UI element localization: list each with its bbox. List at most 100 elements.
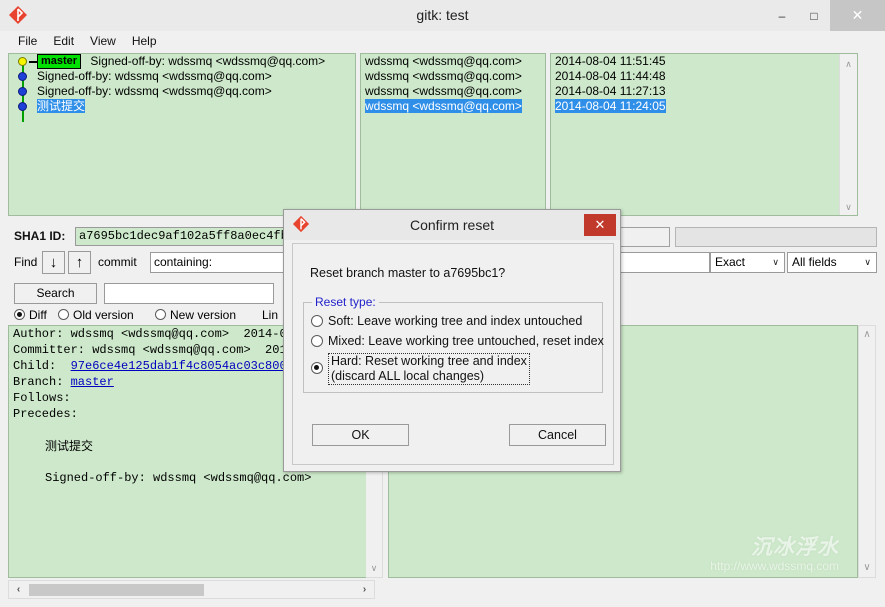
sha1-side-button[interactable]: [618, 227, 670, 247]
author-cell: wdssmq <wdssmq@qq.com>: [361, 69, 545, 84]
scroll-up-arrow-icon[interactable]: ∧: [859, 327, 875, 343]
radio-reset-mixed[interactable]: Mixed: Leave working tree untouched, res…: [311, 334, 604, 348]
radio-new-version-indicator: [155, 309, 166, 320]
radio-diff-indicator: [14, 309, 25, 320]
commit-message: Signed-off-by: wdssmq <wdssmq@qq.com>: [37, 69, 272, 83]
radio-diff-label: Diff: [29, 308, 47, 322]
radio-reset-hard[interactable]: Hard: Reset working tree and index(disca…: [311, 353, 530, 385]
find-match-mode-value: Exact: [715, 253, 745, 272]
radio-old-version[interactable]: Old version: [58, 308, 134, 322]
radio-reset-hard-label: Hard: Reset working tree and index(disca…: [328, 353, 530, 385]
author-cell-selected: wdssmq <wdssmq@qq.com>: [361, 99, 545, 114]
commit-row[interactable]: master Signed-off-by: wdssmq <wdssmq@qq.…: [9, 54, 355, 69]
chevron-down-icon: ∨: [864, 253, 871, 272]
dialog-title-bar: Confirm reset ✕: [284, 210, 620, 240]
radio-reset-soft-label: Soft: Leave working tree and index untou…: [328, 314, 582, 328]
date-text: 2014-08-04 11:24:05: [555, 99, 666, 113]
commit-row[interactable]: Signed-off-by: wdssmq <wdssmq@qq.com>: [9, 84, 355, 99]
ref-label-master[interactable]: master: [37, 54, 81, 69]
find-commit-label: commit: [98, 255, 137, 269]
radio-old-version-label: Old version: [73, 308, 134, 322]
date-cell: 2014-08-04 11:44:48: [551, 69, 857, 84]
commit-author-pane[interactable]: wdssmq <wdssmq@qq.com> wdssmq <wdssmq@qq…: [360, 53, 546, 216]
detail-branch-link[interactable]: master: [71, 375, 114, 389]
detail-branch-label: Branch:: [13, 375, 71, 389]
scroll-right-arrow-icon[interactable]: ›: [356, 581, 373, 598]
find-label: Find: [14, 255, 37, 269]
detail-author-value: wdssmq <wdssmq@qq.com> 2014-08: [71, 327, 294, 341]
menu-file[interactable]: File: [10, 33, 45, 49]
scroll-down-arrow-icon[interactable]: ∨: [859, 560, 875, 576]
minimize-button[interactable]: –: [766, 0, 798, 31]
commit-graph-pane[interactable]: master Signed-off-by: wdssmq <wdssmq@qq.…: [8, 53, 356, 216]
watermark: 沉冰浮水 http://www.wdssmq.com: [710, 531, 839, 573]
menu-bar: File Edit View Help: [0, 31, 885, 51]
date-cell: 2014-08-04 11:27:13: [551, 84, 857, 99]
detail-horizontal-scrollbar[interactable]: ‹ ›: [8, 580, 375, 599]
radio-new-version[interactable]: New version: [155, 308, 236, 322]
detail-committer-label: Committer:: [13, 343, 92, 357]
maximize-button[interactable]: □: [798, 0, 830, 31]
find-match-mode-select[interactable]: Exact ∨: [710, 252, 785, 273]
scroll-down-arrow-icon[interactable]: ∨: [840, 199, 857, 215]
scroll-left-arrow-icon[interactable]: ‹: [10, 581, 27, 598]
commit-panes: master Signed-off-by: wdssmq <wdssmq@qq.…: [8, 53, 877, 216]
watermark-url: http://www.wdssmq.com: [710, 559, 839, 573]
sha1-label: SHA1 ID:: [14, 229, 65, 243]
radio-new-version-label: New version: [170, 308, 236, 322]
scroll-down-arrow-icon[interactable]: ∨: [366, 560, 382, 576]
commit-message: Signed-off-by: wdssmq <wdssmq@qq.com>: [37, 84, 272, 98]
detail-committer-value: wdssmq <wdssmq@qq.com> 2014: [92, 343, 294, 357]
dialog-close-button[interactable]: ✕: [584, 214, 616, 236]
cancel-button[interactable]: Cancel: [509, 424, 606, 446]
detail-child-link[interactable]: 97e6ce4e125dab1f4c8054ac03c8003: [71, 359, 294, 373]
radio-old-version-indicator: [58, 309, 69, 320]
commit-date-pane[interactable]: 2014-08-04 11:51:45 2014-08-04 11:44:48 …: [550, 53, 858, 216]
find-next-button[interactable]: ↑: [68, 251, 91, 274]
close-button[interactable]: ✕: [830, 0, 885, 31]
author-text: wdssmq <wdssmq@qq.com>: [365, 99, 522, 113]
radio-reset-mixed-indicator: [311, 335, 323, 347]
chevron-down-icon: ∨: [772, 253, 779, 272]
confirm-reset-dialog: Confirm reset ✕ Reset branch master to a…: [283, 209, 621, 472]
detail-signoff: Signed-off-by: wdssmq <wdssmq@qq.com>: [9, 470, 373, 486]
radio-reset-hard-label-line1: Hard: Reset working tree and index: [331, 354, 527, 368]
search-button[interactable]: Search: [14, 283, 97, 304]
radio-reset-soft-indicator: [311, 315, 323, 327]
find-field-scope-select[interactable]: All fields ∨: [787, 252, 877, 273]
title-bar: gitk: test – □ ✕: [0, 0, 885, 32]
radio-diff[interactable]: Diff: [14, 308, 47, 322]
commit-list-vertical-scrollbar[interactable]: ∧ ∨: [839, 54, 857, 216]
scroll-up-arrow-icon[interactable]: ∧: [840, 56, 857, 72]
window-title: gitk: test: [0, 0, 885, 31]
commit-message: 测试提交: [37, 99, 85, 113]
menu-view[interactable]: View: [82, 33, 124, 49]
watermark-text: 沉冰浮水: [710, 531, 839, 561]
detail-author-label: Author:: [13, 327, 71, 341]
date-cell-selected: 2014-08-04 11:24:05: [551, 99, 857, 114]
window-controls: – □ ✕: [766, 0, 885, 31]
search-input[interactable]: [104, 283, 274, 304]
find-prev-button[interactable]: ↓: [42, 251, 65, 274]
reset-type-group: Reset type: Soft: Leave working tree and…: [303, 302, 603, 393]
dialog-message: Reset branch master to a7695bc1?: [310, 266, 505, 280]
date-cell: 2014-08-04 11:51:45: [551, 54, 857, 69]
author-cell: wdssmq <wdssmq@qq.com>: [361, 54, 545, 69]
sha1-secondary-field[interactable]: [675, 227, 877, 247]
diff-view-vertical-scrollbar[interactable]: ∧ ∨: [858, 325, 876, 578]
gitk-window: gitk: test – □ ✕ File Edit View Help: [0, 0, 885, 607]
radio-reset-mixed-label: Mixed: Leave working tree untouched, res…: [328, 334, 604, 348]
commit-message: Signed-off-by: wdssmq <wdssmq@qq.com>: [90, 54, 325, 68]
scrollbar-thumb[interactable]: [29, 584, 204, 596]
radio-reset-hard-label-line2: (discard ALL local changes): [331, 369, 484, 383]
radio-reset-soft[interactable]: Soft: Leave working tree and index untou…: [311, 314, 582, 328]
commit-row-selected[interactable]: 测试提交: [9, 99, 355, 114]
menu-edit[interactable]: Edit: [45, 33, 82, 49]
commit-row[interactable]: Signed-off-by: wdssmq <wdssmq@qq.com>: [9, 69, 355, 84]
menu-help[interactable]: Help: [124, 33, 165, 49]
reset-type-legend: Reset type:: [312, 295, 379, 309]
author-cell: wdssmq <wdssmq@qq.com>: [361, 84, 545, 99]
ok-button[interactable]: OK: [312, 424, 409, 446]
radio-reset-hard-indicator: [311, 362, 323, 374]
detail-child-label: Child:: [13, 359, 71, 373]
